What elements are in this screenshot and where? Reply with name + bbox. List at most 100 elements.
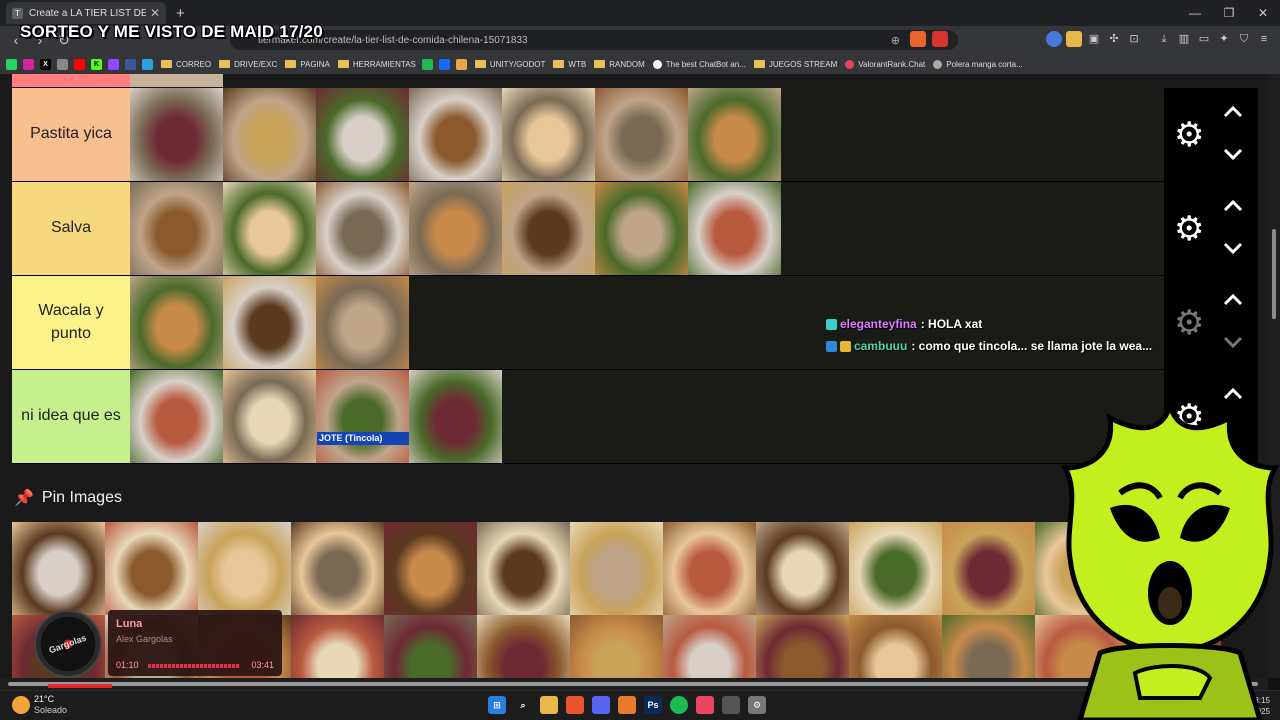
bookmark-chatbot[interactable]: The best ChatBot an... [652,59,746,69]
bookmark-correo[interactable]: CORREO [161,60,211,69]
food-image[interactable] [223,276,316,369]
food-image[interactable] [384,615,477,678]
food-image[interactable] [291,522,384,615]
food-image[interactable] [570,522,663,615]
food-image[interactable] [223,182,316,275]
food-image[interactable] [130,88,223,181]
photoshop-icon[interactable]: Ps [644,696,662,714]
food-image[interactable] [384,522,477,615]
food-image[interactable] [942,615,1035,678]
bookmark-green-icon[interactable] [421,58,433,70]
brave-icon[interactable] [566,696,584,714]
telegram-icon[interactable] [142,58,153,70]
minimize-icon[interactable]: — [1178,0,1212,26]
chevron-up-icon[interactable] [1222,290,1244,310]
chevron-down-icon[interactable] [1222,238,1244,258]
close-tab-icon[interactable]: ✕ [150,6,160,20]
food-image[interactable] [12,522,105,615]
food-image[interactable] [223,370,316,463]
sidebar-icon[interactable]: ▥ [1176,31,1192,47]
chevron-up-icon[interactable] [1222,196,1244,216]
brave-rewards-icon[interactable] [932,31,948,47]
menu-icon[interactable]: ≡ [1256,31,1272,47]
leo-ai-icon[interactable]: ✦ [1216,31,1232,47]
bookmark-polera[interactable]: Polera manga corta... [933,59,1023,69]
food-image[interactable] [105,522,198,615]
search-icon[interactable]: ⌕ [514,696,532,714]
tier-label[interactable]: Wacala y punto [12,276,130,369]
food-image[interactable] [291,615,384,678]
close-window-icon[interactable]: ✕ [1246,0,1280,26]
food-image[interactable] [409,88,502,181]
whatsapp-icon[interactable] [6,58,17,70]
food-image[interactable] [756,615,849,678]
extensions-puzzle-icon[interactable]: ✣ [1106,31,1122,47]
food-image[interactable] [316,182,409,275]
food-image[interactable] [477,615,570,678]
food-image[interactable] [663,615,756,678]
food-image[interactable] [316,276,409,369]
gear-icon[interactable]: ⚙ [1174,212,1204,246]
food-image[interactable] [570,615,663,678]
twitch-icon[interactable] [108,58,119,70]
food-image[interactable] [595,182,688,275]
food-image[interactable] [849,615,942,678]
obs-icon[interactable] [722,696,740,714]
restore-icon[interactable]: ❐ [1212,0,1246,26]
paypal-icon[interactable] [125,58,136,70]
food-image[interactable] [502,182,595,275]
file-explorer-icon[interactable] [540,696,558,714]
extension-blue-icon[interactable] [1046,31,1062,47]
vpn-icon[interactable]: ⛉ [1236,31,1252,47]
gear-icon[interactable]: ⚙ [1174,118,1204,152]
food-image[interactable] [688,88,781,181]
food-image[interactable] [849,522,942,615]
bookmark-wtb[interactable]: WTB [553,60,586,69]
tier-label[interactable]: ni idea que es [12,370,130,463]
url-field[interactable]: tiermaker.com/create/la-tier-list-de-com… [230,30,958,50]
food-image[interactable] [130,370,223,463]
valorant-taskbar-icon[interactable] [696,696,714,714]
bookmark-orange-icon[interactable] [455,58,467,70]
extension-yellow-icon[interactable] [1066,31,1082,47]
food-image[interactable] [130,276,223,369]
bookmark-pagina[interactable]: PAGINA [285,60,330,69]
kick-icon[interactable]: K [91,58,102,70]
new-tab-icon[interactable]: + [176,5,185,22]
food-image[interactable] [130,182,223,275]
chevron-down-icon[interactable] [1222,332,1244,352]
x-twitter-icon[interactable]: X [40,58,51,70]
food-image[interactable] [942,522,1035,615]
tier-label[interactable]: Pastita yica [12,88,130,181]
blender-icon[interactable] [618,696,636,714]
gear-icon[interactable]: ⚙ [1174,306,1204,340]
discord-icon[interactable] [592,696,610,714]
food-image[interactable] [409,182,502,275]
bookmark-herramientas[interactable]: HERRAMIENTAS [337,60,416,69]
wallet-icon[interactable]: ▭ [1196,31,1212,47]
food-image[interactable] [688,182,781,275]
food-image[interactable] [223,88,316,181]
food-image[interactable] [198,522,291,615]
tier-label[interactable]: Salva [12,182,130,275]
chevron-down-icon[interactable] [1222,144,1244,164]
bookmark-random[interactable]: RANDOM [594,60,645,69]
food-image[interactable] [595,88,688,181]
bookmark-unity[interactable]: UNITY/GODOT [474,60,545,69]
food-image[interactable] [316,370,409,463]
apple-icon[interactable] [57,58,68,70]
food-image[interactable] [756,522,849,615]
windows-start-icon[interactable]: ⊞ [488,696,506,714]
food-image[interactable] [663,522,756,615]
food-image[interactable] [477,522,570,615]
download-icon[interactable]: ⤓ [1156,31,1172,47]
scrollbar-thumb[interactable] [1272,229,1276,319]
brave-shield-icon[interactable] [910,31,926,47]
spotify-icon[interactable] [670,696,688,714]
food-image[interactable] [316,88,409,181]
behance-icon[interactable] [438,58,450,70]
browser-tab[interactable]: T Create a LA TIER LIST DE COMIDA CHILEN… [6,2,166,24]
bookmark-drive[interactable]: DRIVE/EXC [219,60,277,69]
chevron-up-icon[interactable] [1222,102,1244,122]
bookmark-valorant[interactable]: ValorantRank.Chat [845,59,925,69]
